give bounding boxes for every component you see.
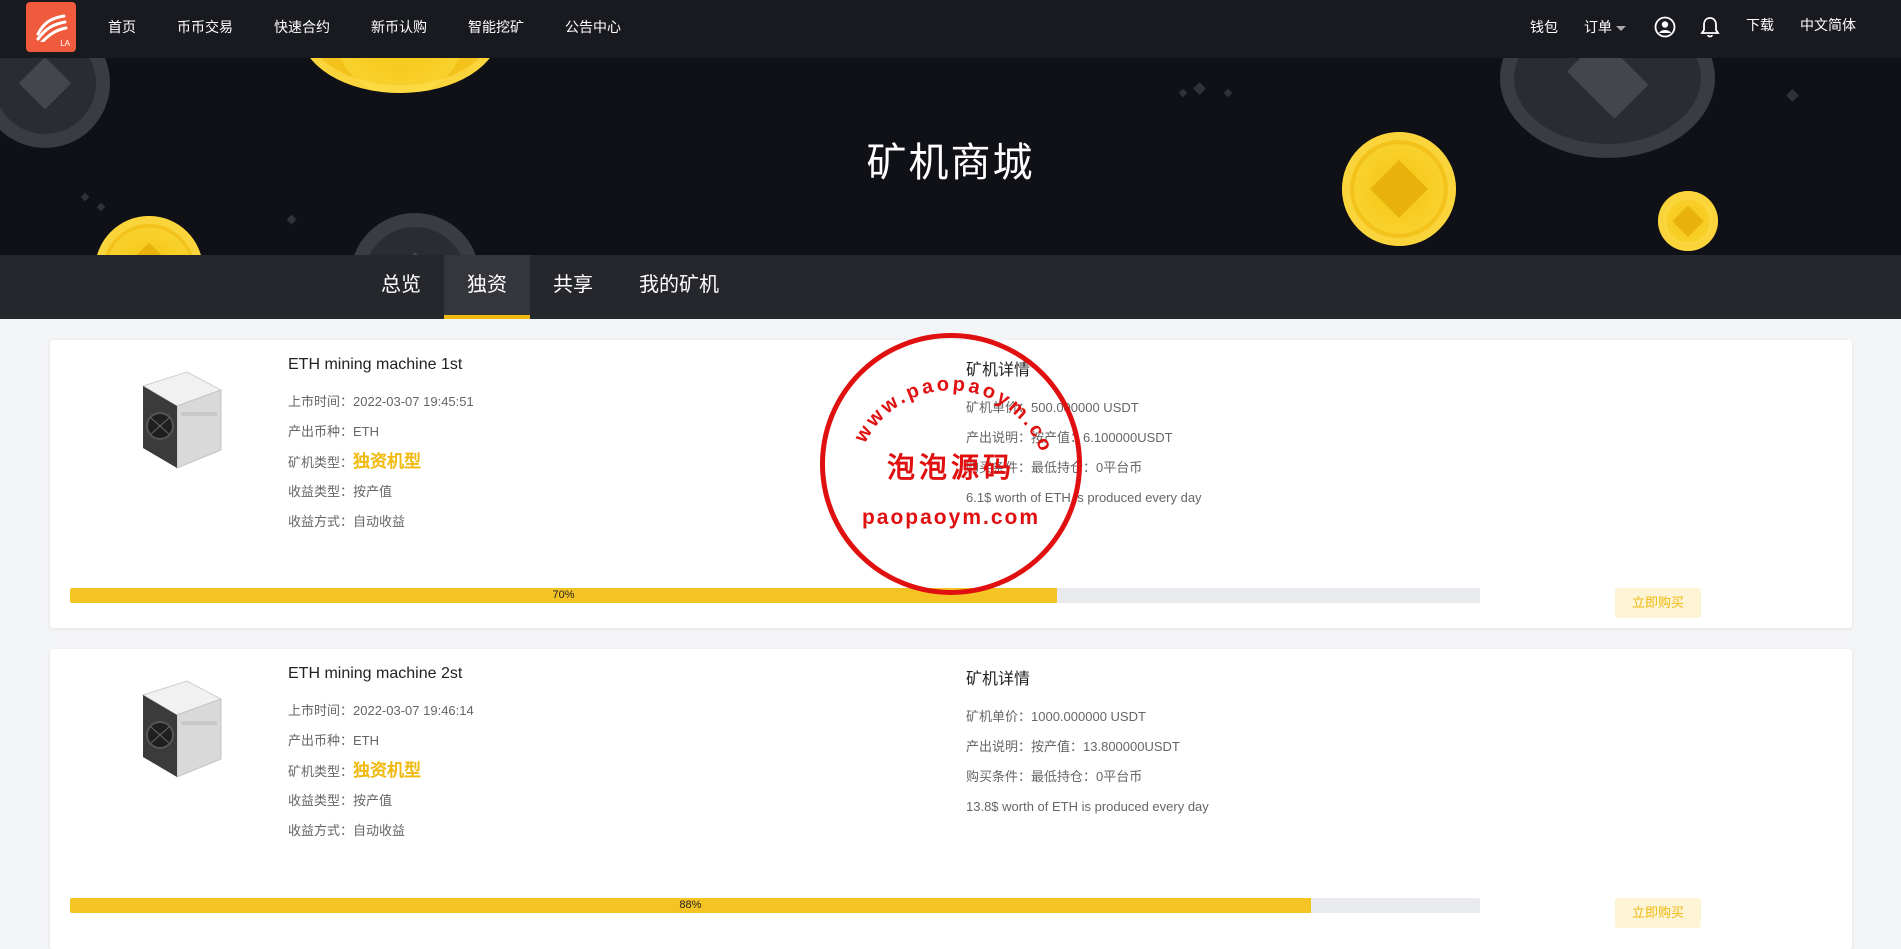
decor-coin-icon [95,216,203,255]
orders-label: 订单 [1584,19,1612,35]
progress-text: 70% [552,589,575,601]
price-row: 矿机单价：1000.000000 USDT [966,702,1209,732]
buy-now-button[interactable]: 立即购买 [1615,588,1701,618]
decor-diamond-icon [1178,88,1188,98]
decor-diamond-icon [1786,89,1799,102]
decor-diamond-icon [1223,88,1233,98]
decor-diamond-icon [1193,82,1206,95]
user-icon [1654,16,1676,38]
miner-type-row: 矿机类型：独资机型 [288,756,474,786]
price-value: 1000.000000 USDT [1031,709,1146,724]
decor-diamond-icon [96,202,106,212]
output-desc-row: 产出说明：按产值：13.800000USDT [966,732,1209,762]
listed-time-row: 上市时间：2022-03-07 19:46:14 [288,696,474,726]
purchase-condition-value: 最低持仓：0平台币 [1031,769,1143,784]
user-button[interactable] [1654,16,1676,41]
miner-type-label: 矿机类型： [288,455,354,470]
income-type-value: 按产值 [353,793,393,808]
listed-time-label: 上市时间： [288,703,354,718]
output-coin-row: 产出币种：ETH [288,726,474,756]
tab-bar: 总览 独资 共享 我的矿机 [0,255,1901,319]
download-link[interactable]: 下载 [1746,15,1774,35]
wallet-link[interactable]: 钱包 [1530,17,1558,37]
income-type-value: 按产值 [353,484,393,499]
income-method-row: 收益方式：自动收益 [288,507,474,537]
progress-text: 88% [679,899,702,911]
bell-icon [1700,17,1720,38]
purchase-condition-row: 购买条件：最低持仓：0平台币 [966,762,1209,792]
nav-right: 钱包 订单 下载 中文简体 [0,0,1901,54]
listed-time-label: 上市时间： [288,394,354,409]
tab-my-miners[interactable]: 我的矿机 [616,255,742,319]
income-method-label: 收益方式： [288,823,354,838]
top-nav: LA 首页 币币交易 快速合约 新币认购 智能挖矿 公告中心 钱包 订单 下载 … [0,0,1901,58]
svg-text:www.paopaoym.com: www.paopaoym.com [825,338,1058,457]
decor-coin-icon [1658,191,1718,251]
miner-type-row: 矿机类型：独资机型 [288,447,474,477]
income-type-row: 收益类型：按产值 [288,786,474,816]
watermark-stamp: www.paopaoym.com 泡泡源码 paopaoym.com [820,333,1082,595]
tab-overview[interactable]: 总览 [358,255,444,319]
miner-name: ETH mining machine 2st [288,665,463,682]
miner-type-label: 矿机类型： [288,764,354,779]
output-coin-label: 产出币种： [288,424,354,439]
decor-diamond-icon [286,214,297,225]
miner-details: 矿机详情 矿机单价：1000.000000 USDT 产出说明：按产值：13.8… [966,665,1209,822]
miner-name: ETH mining machine 1st [288,356,463,373]
hero-banner: 矿机商城 [0,58,1901,255]
income-method-value: 自动收益 [353,823,406,838]
decor-diamond-icon [80,192,90,202]
caret-down-icon [1616,25,1626,31]
income-type-label: 收益类型： [288,793,354,808]
orders-dropdown[interactable]: 订单 [1584,17,1626,37]
miner-type-value: 独资机型 [353,452,422,471]
notification-button[interactable] [1700,16,1720,41]
output-coin-label: 产出币种： [288,733,354,748]
watermark-bottom: paopaoym.com [861,506,1041,529]
mining-machine-image [141,680,223,778]
decor-coin-icon [300,58,500,93]
page-title: 矿机商城 [866,141,1035,185]
output-desc-label: 产出说明： [966,739,1032,754]
tabs: 总览 独资 共享 我的矿机 [358,255,742,319]
language-switch[interactable]: 中文简体 [1800,15,1856,35]
listed-time-row: 上市时间：2022-03-07 19:45:51 [288,387,474,417]
income-type-label: 收益类型： [288,484,354,499]
listed-time-value: 2022-03-07 19:46:14 [353,703,474,718]
purchase-condition-label: 购买条件： [966,769,1032,784]
output-coin-row: 产出币种：ETH [288,417,474,447]
output-desc-value: 按产值：13.800000USDT [1031,739,1180,754]
miner-card: ETH mining machine 2st 上市时间：2022-03-07 1… [50,649,1852,949]
miner-info: ETH mining machine 2st 上市时间：2022-03-07 1… [288,665,474,846]
income-method-label: 收益方式： [288,514,354,529]
miner-type-value: 独资机型 [353,761,422,780]
output-coin-value: ETH [353,424,380,439]
price-label: 矿机单价： [966,709,1032,724]
sales-progress-bar: 70% [70,588,1480,603]
output-coin-value: ETH [353,733,380,748]
income-method-value: 自动收益 [353,514,406,529]
income-method-row: 收益方式：自动收益 [288,816,474,846]
watermark-arc-text: www.paopaoym.com [825,338,1055,457]
decor-coin-icon [350,213,480,255]
income-type-row: 收益类型：按产值 [288,477,474,507]
buy-now-button[interactable]: 立即购买 [1615,898,1701,928]
watermark-middle: 泡泡源码 [886,452,1015,483]
tab-shared[interactable]: 共享 [530,255,616,319]
miner-info: ETH mining machine 1st 上市时间：2022-03-07 1… [288,356,474,537]
sales-progress-bar: 88% [70,898,1480,913]
listed-time-value: 2022-03-07 19:45:51 [353,394,474,409]
mining-machine-image [141,371,223,469]
details-title: 矿机详情 [966,671,1031,688]
tab-exclusive[interactable]: 独资 [444,255,530,319]
daily-output-text: 13.8$ worth of ETH is produced every day [966,799,1209,814]
